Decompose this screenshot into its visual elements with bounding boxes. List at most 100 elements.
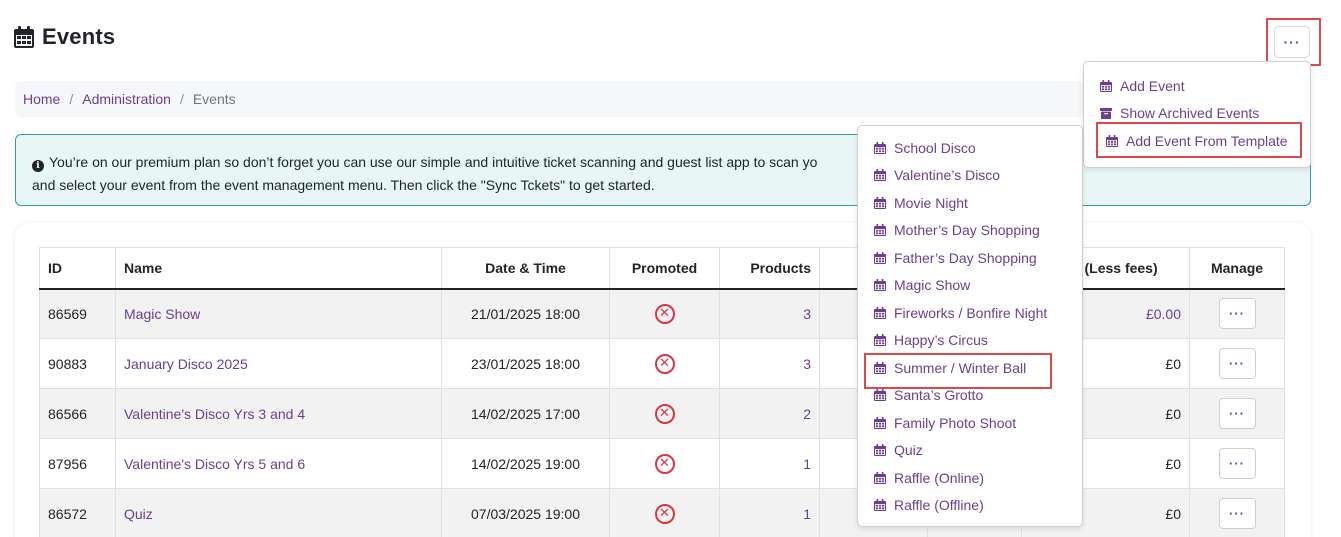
template-menu-item[interactable]: Fireworks / Bonfire Night bbox=[858, 299, 1082, 327]
menu-item-label: Show Archived Events bbox=[1120, 105, 1260, 122]
calendar-icon bbox=[874, 389, 886, 402]
menu-item-show-archived-events[interactable]: Show Archived Events bbox=[1084, 100, 1310, 128]
calendar-icon bbox=[874, 141, 886, 154]
column-header-products[interactable]: Products bbox=[719, 247, 820, 290]
calendar-icon bbox=[874, 361, 886, 374]
template-menu-item[interactable]: Movie Night bbox=[858, 189, 1082, 217]
archive-box-icon bbox=[1100, 107, 1112, 119]
breadcrumb-separator: / bbox=[69, 91, 74, 107]
column-header-id[interactable]: ID bbox=[39, 247, 116, 290]
manage-button[interactable]: ··· bbox=[1218, 398, 1256, 429]
column-header-promoted[interactable]: Promoted bbox=[609, 247, 720, 290]
table-header-row: ID Name Date & Time Promoted Products N … bbox=[39, 247, 1285, 290]
events-options-menu: Add Event Show Archived Events Add Event… bbox=[1083, 61, 1311, 168]
products-count-link[interactable]: 1 bbox=[803, 456, 811, 472]
event-id: 86569 bbox=[39, 288, 116, 339]
breadcrumb-administration-link[interactable]: Administration bbox=[82, 91, 171, 107]
manage-button[interactable]: ··· bbox=[1218, 348, 1256, 379]
template-menu-item-label: Happy’s Circus bbox=[894, 332, 988, 349]
template-menu-item-label: Mother’s Day Shopping bbox=[894, 222, 1040, 239]
manage-button[interactable]: ··· bbox=[1218, 498, 1256, 529]
event-id: 86572 bbox=[39, 488, 116, 537]
table-row: 86569 Magic Show 21/01/2025 18:00 ✕ 3 £0… bbox=[39, 288, 1285, 339]
template-menu-item-label: Santa’s Grotto bbox=[894, 387, 984, 404]
breadcrumb-current: Events bbox=[192, 91, 236, 107]
template-menu-item[interactable]: Raffle (Online) bbox=[858, 464, 1082, 492]
template-menu-item-label: Father’s Day Shopping bbox=[894, 249, 1037, 266]
products-count-link[interactable]: 3 bbox=[803, 356, 811, 372]
event-name-link[interactable]: Quiz bbox=[124, 506, 153, 522]
event-date: 14/02/2025 17:00 bbox=[441, 388, 610, 439]
menu-item-label: Add Event From Template bbox=[1126, 132, 1288, 149]
calendar-icon bbox=[874, 471, 886, 484]
event-template-menu: School Disco Valentine’s Disco Movie Night… bbox=[857, 125, 1083, 527]
products-count-link[interactable]: 3 bbox=[803, 306, 811, 322]
template-menu-item-label: Magic Show bbox=[894, 277, 971, 294]
not-promoted-icon: ✕ bbox=[654, 353, 675, 374]
calendar-icon bbox=[1100, 79, 1112, 92]
event-name-link[interactable]: Valentine's Disco Yrs 5 and 6 bbox=[124, 456, 305, 472]
calendar-icon bbox=[874, 196, 886, 209]
calendar-icon bbox=[874, 499, 886, 512]
menu-item-label: Add Event bbox=[1120, 77, 1185, 94]
calendar-icon bbox=[874, 251, 886, 264]
products-count-link[interactable]: 2 bbox=[803, 406, 811, 422]
calendar-icon bbox=[874, 334, 886, 347]
calendar-icon bbox=[874, 416, 886, 429]
template-menu-item[interactable]: Happy’s Circus bbox=[858, 327, 1082, 355]
template-menu-item[interactable]: Father’s Day Shopping bbox=[858, 244, 1082, 272]
event-name-link[interactable]: Magic Show bbox=[124, 306, 200, 322]
calendar-icon bbox=[14, 26, 34, 48]
column-header-manage: Manage bbox=[1189, 247, 1285, 290]
event-date: 21/01/2025 18:00 bbox=[441, 288, 610, 339]
event-date: 14/02/2025 19:00 bbox=[441, 438, 610, 489]
info-icon: i bbox=[32, 160, 44, 172]
template-menu-item[interactable]: Magic Show bbox=[858, 272, 1082, 300]
template-menu-item[interactable]: Raffle (Offline) bbox=[858, 492, 1082, 520]
events-table: ID Name Date & Time Promoted Products N … bbox=[39, 247, 1285, 537]
calendar-icon bbox=[874, 279, 886, 292]
sales-link[interactable]: £0.00 bbox=[1146, 306, 1181, 322]
table-row: 86566 Valentine's Disco Yrs 3 and 4 14/0… bbox=[39, 388, 1285, 439]
table-row: 90883 January Disco 2025 23/01/2025 18:0… bbox=[39, 338, 1285, 389]
menu-item-add-event[interactable]: Add Event bbox=[1084, 72, 1310, 100]
template-menu-item[interactable]: Family Photo Shoot bbox=[858, 409, 1082, 437]
event-date: 07/03/2025 19:00 bbox=[441, 488, 610, 537]
template-menu-item[interactable]: Valentine’s Disco bbox=[858, 162, 1082, 190]
event-id: 90883 bbox=[39, 338, 116, 389]
calendar-icon bbox=[1106, 134, 1118, 147]
not-promoted-icon: ✕ bbox=[654, 453, 675, 474]
not-promoted-icon: ✕ bbox=[654, 503, 675, 524]
menu-item-add-event-from-template[interactable]: Add Event From Template bbox=[1084, 127, 1310, 155]
template-menu-item-label: Raffle (Online) bbox=[894, 469, 985, 486]
template-menu-item[interactable]: School Disco bbox=[858, 134, 1082, 162]
template-menu-item-label: Raffle (Offline) bbox=[894, 497, 984, 514]
page-title: Events bbox=[14, 24, 115, 50]
breadcrumb-home-link[interactable]: Home bbox=[23, 91, 60, 107]
template-menu-item[interactable]: Santa’s Grotto bbox=[858, 382, 1082, 410]
not-promoted-icon: ✕ bbox=[654, 303, 675, 324]
calendar-icon bbox=[874, 224, 886, 237]
table-row: 87956 Valentine's Disco Yrs 5 and 6 14/0… bbox=[39, 438, 1285, 489]
event-name-link[interactable]: January Disco 2025 bbox=[124, 356, 248, 372]
column-header-name[interactable]: Name bbox=[115, 247, 442, 290]
calendar-icon bbox=[874, 169, 886, 182]
column-header-date[interactable]: Date & Time bbox=[441, 247, 610, 290]
template-menu-item[interactable]: Summer / Winter Ball bbox=[858, 354, 1082, 382]
template-menu-item-label: Family Photo Shoot bbox=[894, 414, 1017, 431]
alert-line-2: and select your event from the event man… bbox=[32, 177, 655, 193]
event-id: 86566 bbox=[39, 388, 116, 439]
event-id: 87956 bbox=[39, 438, 116, 489]
products-count-link[interactable]: 1 bbox=[803, 506, 811, 522]
template-menu-item[interactable]: Quiz bbox=[858, 437, 1082, 465]
template-menu-item-label: Fireworks / Bonfire Night bbox=[894, 304, 1048, 321]
event-date: 23/01/2025 18:00 bbox=[441, 338, 610, 389]
manage-button[interactable]: ··· bbox=[1218, 298, 1256, 330]
template-menu-item-label: Movie Night bbox=[894, 194, 968, 211]
template-menu-item[interactable]: Mother’s Day Shopping bbox=[858, 217, 1082, 245]
event-name-link[interactable]: Valentine's Disco Yrs 3 and 4 bbox=[124, 406, 305, 422]
template-menu-item-label: Valentine’s Disco bbox=[894, 167, 1001, 184]
manage-button[interactable]: ··· bbox=[1218, 448, 1256, 479]
page-title-text: Events bbox=[42, 24, 116, 49]
calendar-icon bbox=[874, 444, 886, 457]
